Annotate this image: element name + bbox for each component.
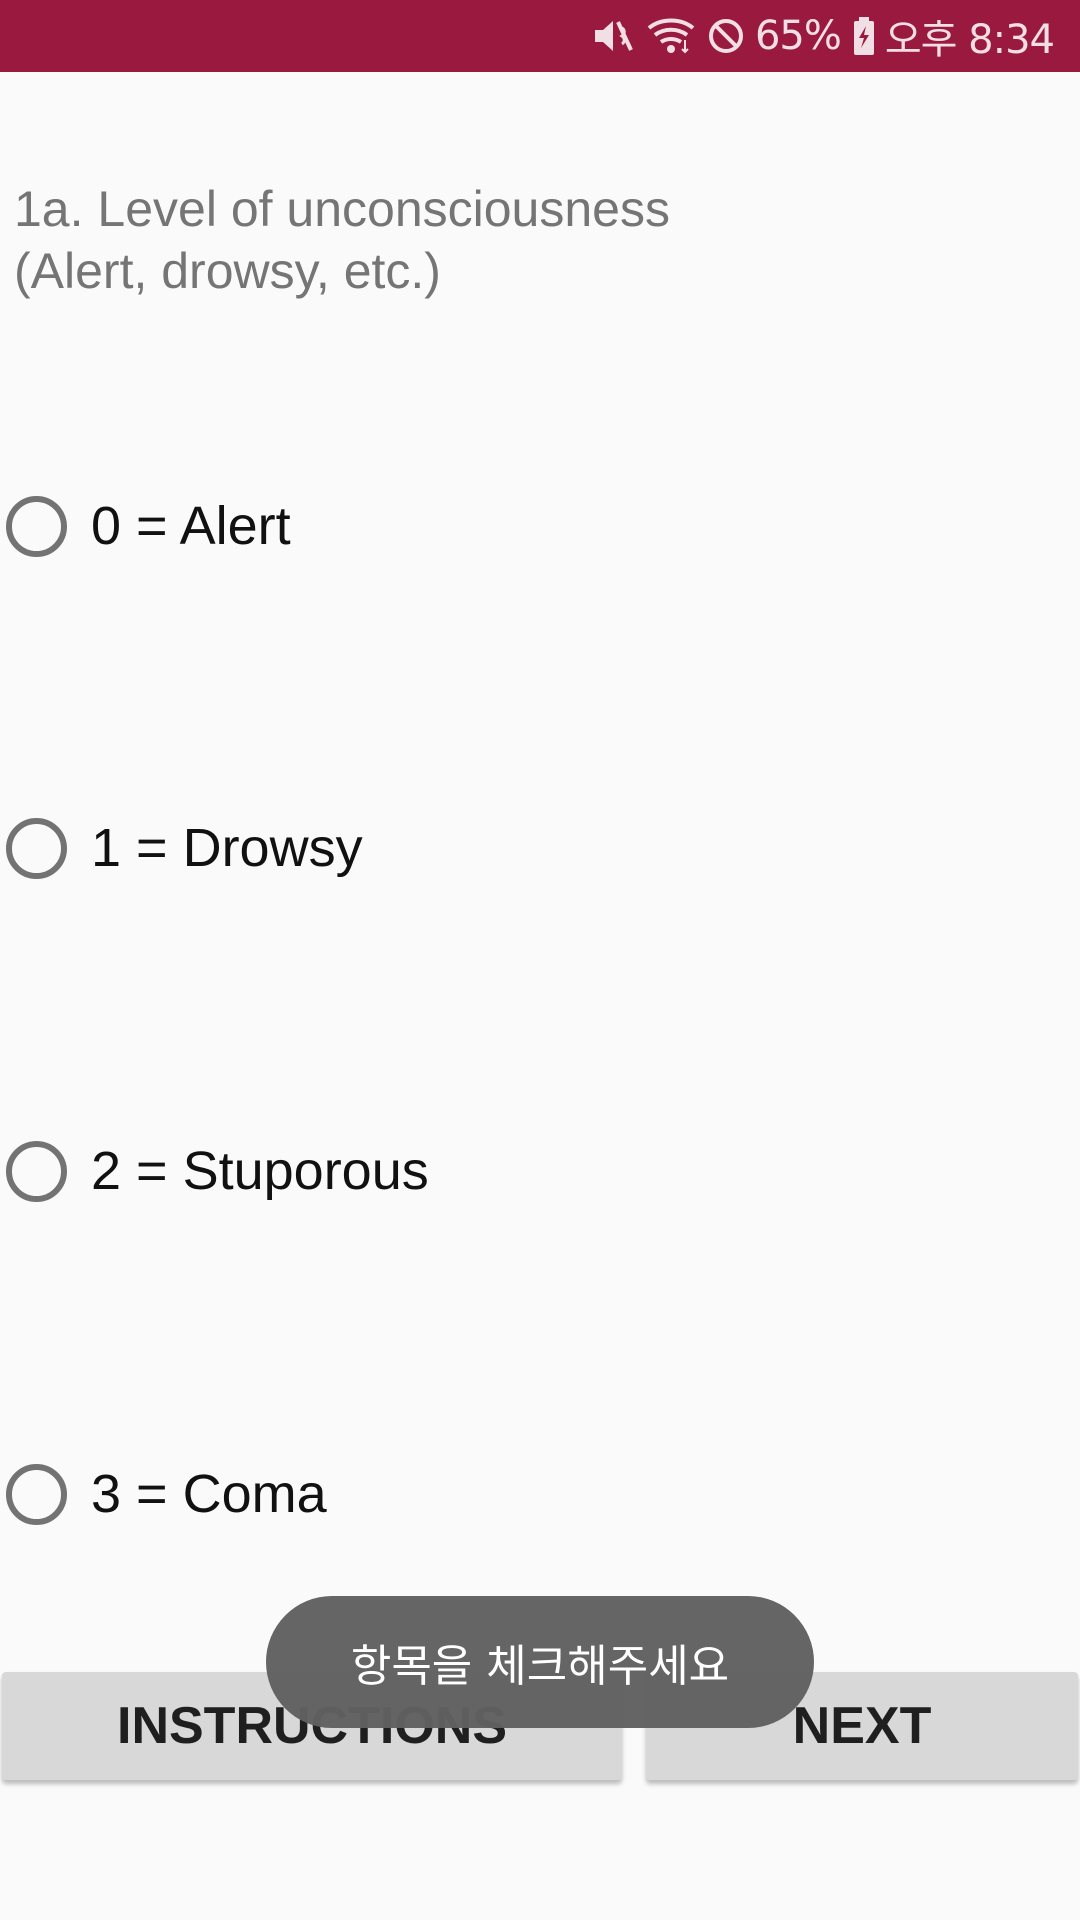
question-line-2: (Alert, drowsy, etc.) xyxy=(14,243,441,299)
clock: 오후 8:34 xyxy=(884,17,1055,63)
do-not-disturb-icon xyxy=(707,17,745,55)
battery-percent: 65% xyxy=(754,13,842,59)
radio-button[interactable] xyxy=(6,817,67,879)
question-line-1: 1a. Level of unconsciousness xyxy=(14,181,670,237)
radio-button[interactable] xyxy=(6,495,67,557)
radio-button[interactable] xyxy=(6,1140,67,1202)
option-label: 0 = Alert xyxy=(91,496,291,556)
status-bar: 65% 오후 8:34 xyxy=(0,0,1080,72)
option-label: 2 = Stuporous xyxy=(91,1141,429,1201)
battery-charging-icon xyxy=(853,16,875,56)
option-label: 3 = Coma xyxy=(91,1464,327,1524)
option-label: 1 = Drowsy xyxy=(91,818,363,878)
wifi-icon xyxy=(647,16,695,56)
option-3-coma[interactable]: 3 = Coma xyxy=(6,1454,327,1534)
option-1-drowsy[interactable]: 1 = Drowsy xyxy=(6,808,363,888)
radio-button[interactable] xyxy=(6,1463,67,1525)
mute-vibrate-icon xyxy=(591,16,635,56)
toast-message: 항목을 체크해주세요 xyxy=(266,1596,814,1728)
option-2-stuporous[interactable]: 2 = Stuporous xyxy=(6,1131,429,1211)
question-title: 1a. Level of unconsciousness (Alert, dro… xyxy=(14,178,1054,302)
option-0-alert[interactable]: 0 = Alert xyxy=(6,486,291,566)
